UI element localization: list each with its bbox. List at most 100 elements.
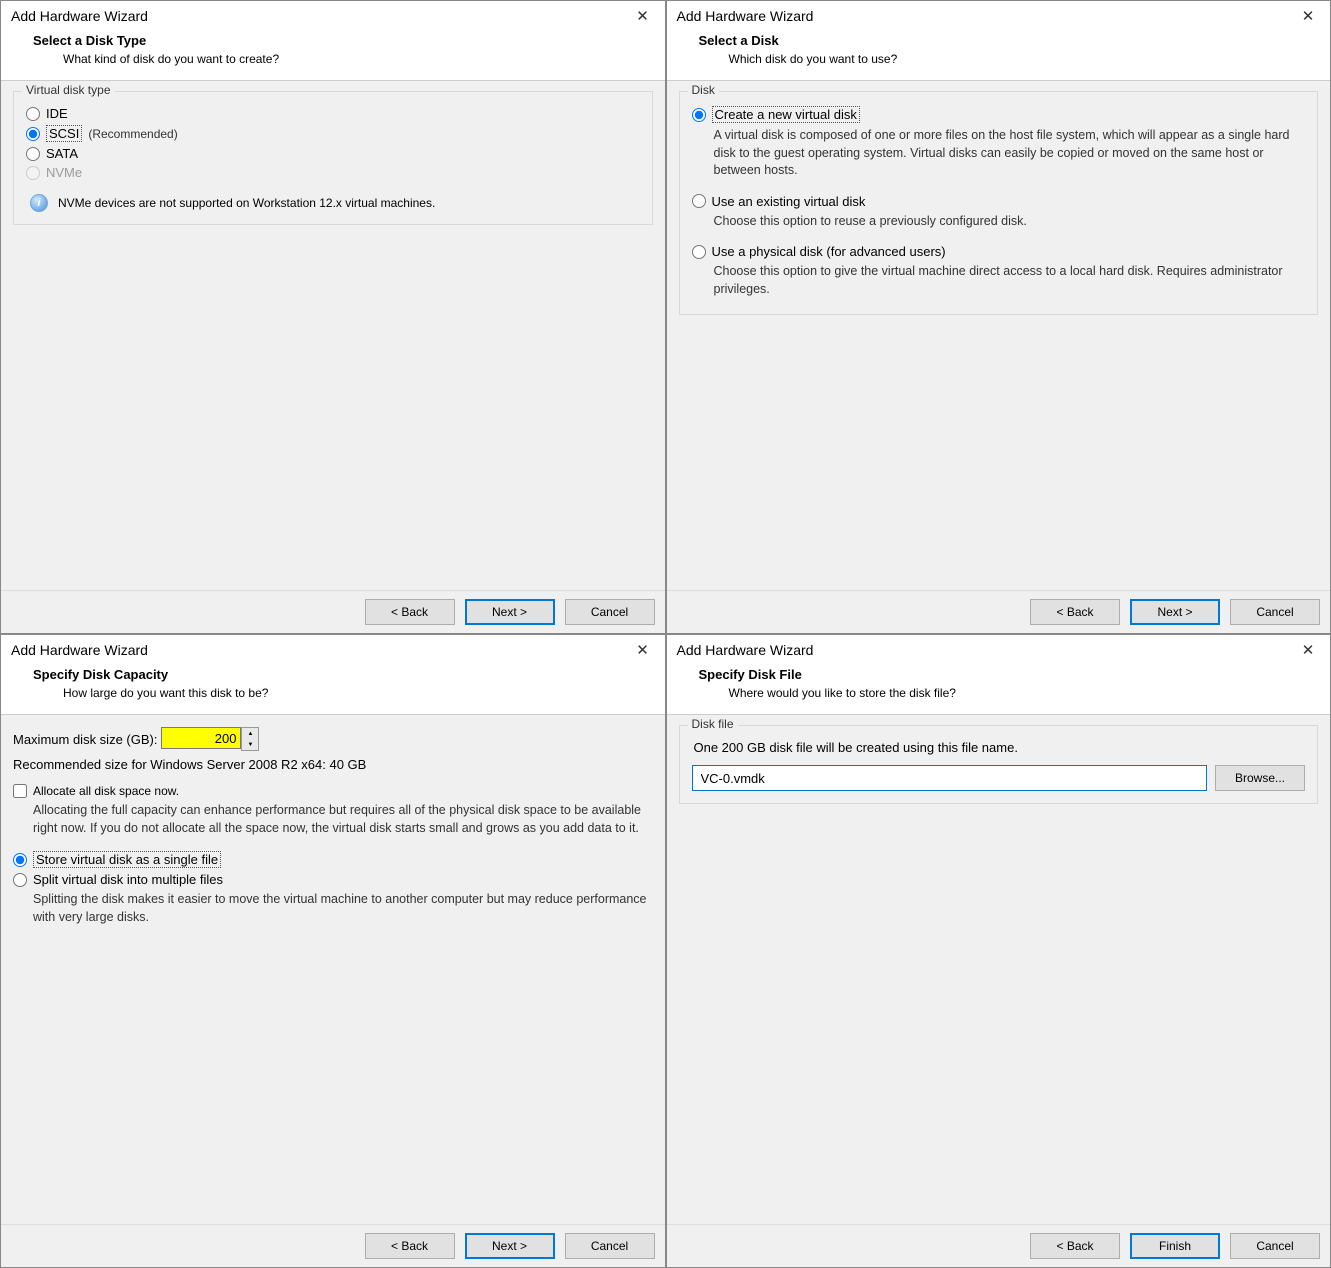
radio-single-label: Store virtual disk as a single file [33, 851, 221, 868]
back-button[interactable]: < Back [1030, 599, 1120, 625]
page-subtitle: How large do you want this disk to be? [63, 686, 655, 700]
close-icon[interactable]: ✕ [629, 641, 657, 659]
titlebar: Add Hardware Wizard ✕ [1, 1, 665, 29]
cancel-button[interactable]: Cancel [565, 599, 655, 625]
wizard-body: Maximum disk size (GB): ▲ ▼ Recommended … [1, 714, 665, 1224]
radio-ide-input[interactable] [26, 107, 40, 121]
wizard-body: Disk Create a new virtual disk A virtual… [667, 80, 1331, 590]
new-disk-desc: A virtual disk is composed of one or mor… [714, 127, 1306, 180]
cancel-button[interactable]: Cancel [1230, 599, 1320, 625]
page-subtitle: Where would you like to store the disk f… [729, 686, 1321, 700]
radio-existing-input[interactable] [692, 194, 706, 208]
wizard-body: Disk file One 200 GB disk file will be c… [667, 714, 1331, 1224]
titlebar: Add Hardware Wizard ✕ [667, 1, 1331, 29]
radio-nvme-label: NVMe [46, 165, 82, 180]
wizard-footer: < Back Next > Cancel [1, 1224, 665, 1267]
window-title: Add Hardware Wizard [11, 8, 148, 24]
page-subtitle: Which disk do you want to use? [729, 52, 1321, 66]
wizard-header: Select a Disk Type What kind of disk do … [1, 29, 665, 80]
wizard-footer: < Back Next > Cancel [667, 590, 1331, 633]
cancel-button[interactable]: Cancel [565, 1233, 655, 1259]
next-button[interactable]: Next > [1130, 599, 1220, 625]
wizard-footer: < Back Next > Cancel [1, 590, 665, 633]
group-disk-file: Disk file One 200 GB disk file will be c… [679, 725, 1319, 804]
radio-new-input[interactable] [692, 108, 706, 122]
dialog-select-disk: Add Hardware Wizard ✕ Select a Disk Whic… [666, 0, 1331, 634]
info-text: NVMe devices are not supported on Workst… [58, 196, 435, 210]
disk-file-info: One 200 GB disk file will be created usi… [694, 740, 1306, 755]
radio-scsi[interactable]: SCSI (Recommended) [26, 125, 640, 142]
page-subtitle: What kind of disk do you want to create? [63, 52, 655, 66]
dialog-disk-type: Add Hardware Wizard ✕ Select a Disk Type… [0, 0, 666, 634]
max-size-row: Maximum disk size (GB): ▲ ▼ [13, 727, 653, 751]
group-label: Virtual disk type [22, 83, 115, 97]
back-button[interactable]: < Back [365, 599, 455, 625]
finish-button[interactable]: Finish [1130, 1233, 1220, 1259]
wizard-header: Select a Disk Which disk do you want to … [667, 29, 1331, 80]
browse-button[interactable]: Browse... [1215, 765, 1305, 791]
radio-split-input[interactable] [13, 873, 27, 887]
existing-disk-desc: Choose this option to reuse a previously… [714, 213, 1306, 231]
physical-disk-desc: Choose this option to give the virtual m… [714, 263, 1306, 298]
group-label: Disk file [688, 717, 738, 731]
cancel-button[interactable]: Cancel [1230, 1233, 1320, 1259]
radio-split-label: Split virtual disk into multiple files [33, 872, 223, 887]
group-disk: Disk Create a new virtual disk A virtual… [679, 91, 1319, 315]
radio-physical-disk[interactable]: Use a physical disk (for advanced users) [692, 244, 1306, 259]
split-desc: Splitting the disk makes it easier to mo… [33, 891, 653, 926]
allocate-now-label: Allocate all disk space now. [33, 784, 179, 798]
radio-physical-input[interactable] [692, 245, 706, 259]
titlebar: Add Hardware Wizard ✕ [667, 635, 1331, 663]
info-icon: i [30, 194, 48, 212]
radio-scsi-label: SCSI [46, 125, 82, 142]
radio-split-file[interactable]: Split virtual disk into multiple files [13, 872, 653, 887]
window-title: Add Hardware Wizard [677, 642, 814, 658]
radio-physical-label: Use a physical disk (for advanced users) [712, 244, 946, 259]
radio-nvme-input [26, 166, 40, 180]
titlebar: Add Hardware Wizard ✕ [1, 635, 665, 663]
radio-nvme: NVMe [26, 165, 640, 180]
group-disk-type: Virtual disk type IDE SCSI (Recommended)… [13, 91, 653, 225]
dialog-disk-capacity: Add Hardware Wizard ✕ Specify Disk Capac… [0, 634, 666, 1268]
info-row: i NVMe devices are not supported on Work… [26, 194, 640, 212]
max-size-input[interactable] [161, 727, 241, 749]
wizard-body: Virtual disk type IDE SCSI (Recommended)… [1, 80, 665, 590]
page-title: Select a Disk Type [33, 33, 655, 48]
window-title: Add Hardware Wizard [677, 8, 814, 24]
radio-sata-input[interactable] [26, 147, 40, 161]
scsi-recommended: (Recommended) [88, 127, 177, 141]
allocate-desc: Allocating the full capacity can enhance… [33, 802, 653, 837]
spin-down-icon[interactable]: ▼ [242, 739, 258, 750]
radio-sata[interactable]: SATA [26, 146, 640, 161]
allocate-now-checkbox[interactable] [13, 784, 27, 798]
close-icon[interactable]: ✕ [1294, 641, 1322, 659]
radio-ide[interactable]: IDE [26, 106, 640, 121]
back-button[interactable]: < Back [365, 1233, 455, 1259]
wizard-header: Specify Disk File Where would you like t… [667, 663, 1331, 714]
radio-new-label: Create a new virtual disk [712, 106, 860, 123]
radio-existing-disk[interactable]: Use an existing virtual disk [692, 194, 1306, 209]
disk-filename-input[interactable] [692, 765, 1208, 791]
group-label: Disk [688, 83, 719, 97]
allocate-now-row[interactable]: Allocate all disk space now. [13, 784, 653, 798]
recommended-size: Recommended size for Windows Server 2008… [13, 757, 653, 772]
max-size-label: Maximum disk size (GB): [13, 732, 157, 747]
size-spinner[interactable]: ▲ ▼ [241, 727, 259, 751]
radio-ide-label: IDE [46, 106, 68, 121]
close-icon[interactable]: ✕ [629, 7, 657, 25]
spin-up-icon[interactable]: ▲ [242, 728, 258, 739]
next-button[interactable]: Next > [465, 1233, 555, 1259]
radio-single-input[interactable] [13, 853, 27, 867]
radio-single-file[interactable]: Store virtual disk as a single file [13, 851, 653, 868]
radio-sata-label: SATA [46, 146, 78, 161]
page-title: Select a Disk [699, 33, 1321, 48]
window-title: Add Hardware Wizard [11, 642, 148, 658]
file-row: Browse... [692, 765, 1306, 791]
radio-new-disk[interactable]: Create a new virtual disk [692, 106, 1306, 123]
wizard-header: Specify Disk Capacity How large do you w… [1, 663, 665, 714]
radio-scsi-input[interactable] [26, 127, 40, 141]
close-icon[interactable]: ✕ [1294, 7, 1322, 25]
next-button[interactable]: Next > [465, 599, 555, 625]
radio-existing-label: Use an existing virtual disk [712, 194, 866, 209]
back-button[interactable]: < Back [1030, 1233, 1120, 1259]
